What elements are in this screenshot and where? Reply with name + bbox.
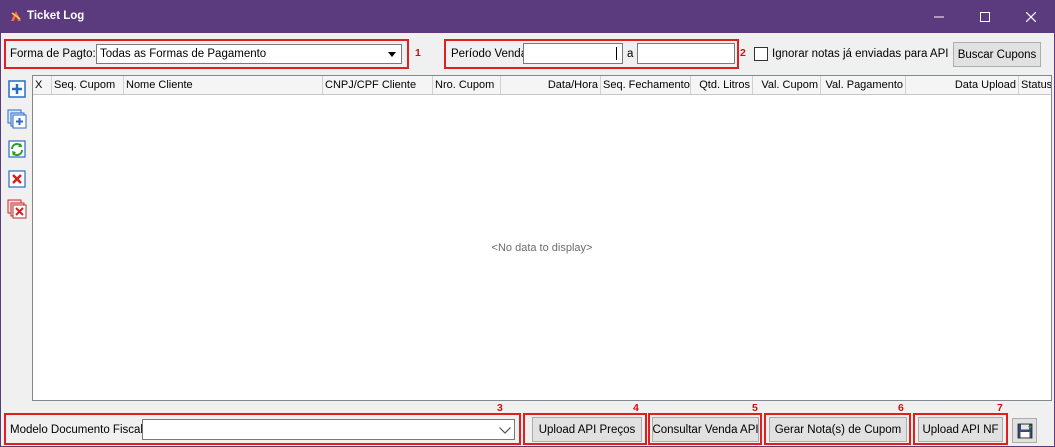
column-header-x[interactable]: X xyxy=(33,76,52,94)
period-to-input[interactable] xyxy=(637,43,735,64)
refresh-icon[interactable] xyxy=(7,139,27,159)
empty-grid-message: <No data to display> xyxy=(491,242,593,254)
upload-prices-button[interactable]: Upload API Preços xyxy=(532,417,642,442)
chevron-down-icon[interactable] xyxy=(497,423,512,437)
column-header-status[interactable]: Status xyxy=(1019,76,1051,94)
column-header-nome-cliente[interactable]: Nome Cliente xyxy=(124,76,323,94)
payment-method-value: Todas as Formas de Pagamento xyxy=(100,48,267,60)
maximize-icon xyxy=(980,12,990,22)
column-header-val-cupom[interactable]: Val. Cupom xyxy=(753,76,821,94)
window-title: Ticket Log xyxy=(27,10,85,22)
ticket-log-window: Ticket Log 1 Forma de Pagto: Todas as Fo… xyxy=(0,0,1055,447)
close-icon xyxy=(1026,12,1036,22)
marker-7: 7 xyxy=(997,402,1003,414)
close-button[interactable] xyxy=(1008,1,1054,33)
delete-row-icon[interactable] xyxy=(7,169,27,189)
marker-1: 1 xyxy=(415,47,421,59)
payment-method-select[interactable]: Todas as Formas de Pagamento xyxy=(96,44,402,64)
minimize-icon xyxy=(934,16,944,18)
consult-sale-button[interactable]: Consultar Venda API xyxy=(652,417,759,442)
add-multiple-icon[interactable] xyxy=(7,109,27,129)
model-doc-select[interactable] xyxy=(142,419,515,440)
marker-2: 2 xyxy=(740,47,746,59)
save-button[interactable] xyxy=(1012,418,1037,443)
delete-multiple-icon[interactable] xyxy=(7,199,27,219)
period-from-input[interactable] xyxy=(523,43,623,64)
ignore-sent-checkbox[interactable] xyxy=(754,47,768,61)
payment-label: Forma de Pagto: xyxy=(10,48,96,60)
grid-header: X Seq. Cupom Nome Cliente CNPJ/CPF Clien… xyxy=(33,76,1051,95)
title-bar[interactable]: Ticket Log xyxy=(1,1,1054,33)
marker-5: 5 xyxy=(752,402,758,414)
period-separator: a xyxy=(627,48,634,60)
maximize-button[interactable] xyxy=(962,1,1008,33)
column-header-nro-cupom[interactable]: Nro. Cupom xyxy=(433,76,501,94)
save-icon xyxy=(1017,423,1032,438)
dropdown-arrow-icon[interactable] xyxy=(384,47,399,61)
ignore-sent-label[interactable]: Ignorar notas já enviadas para API xyxy=(772,48,948,60)
app-logo-icon xyxy=(11,11,21,21)
column-header-seq-cupom[interactable]: Seq. Cupom xyxy=(52,76,124,94)
period-label: Período Venda: xyxy=(451,48,531,60)
column-header-val-pagamento[interactable]: Val. Pagamento xyxy=(821,76,906,94)
marker-6: 6 xyxy=(898,402,904,414)
marker-4: 4 xyxy=(633,402,639,414)
column-header-cnpj-cpf[interactable]: CNPJ/CPF Cliente xyxy=(323,76,433,94)
column-header-data-hora[interactable]: Data/Hora xyxy=(501,76,601,94)
upload-nf-button[interactable]: Upload API NF xyxy=(918,417,1003,442)
column-header-qtd-litros[interactable]: Qtd. Litros xyxy=(691,76,753,94)
model-doc-label: Modelo Documento Fiscal: xyxy=(10,424,147,436)
text-caret xyxy=(616,47,617,60)
coupons-grid[interactable]: X Seq. Cupom Nome Cliente CNPJ/CPF Clien… xyxy=(32,75,1052,401)
generate-notes-button[interactable]: Gerar Nota(s) de Cupom xyxy=(769,417,907,442)
column-header-seq-fechamento[interactable]: Seq. Fechamento xyxy=(601,76,691,94)
minimize-button[interactable] xyxy=(916,1,962,33)
search-coupons-button[interactable]: Buscar Cupons xyxy=(953,42,1041,67)
marker-3: 3 xyxy=(497,402,503,414)
add-row-icon[interactable] xyxy=(7,79,27,99)
column-header-data-upload[interactable]: Data Upload xyxy=(906,76,1019,94)
